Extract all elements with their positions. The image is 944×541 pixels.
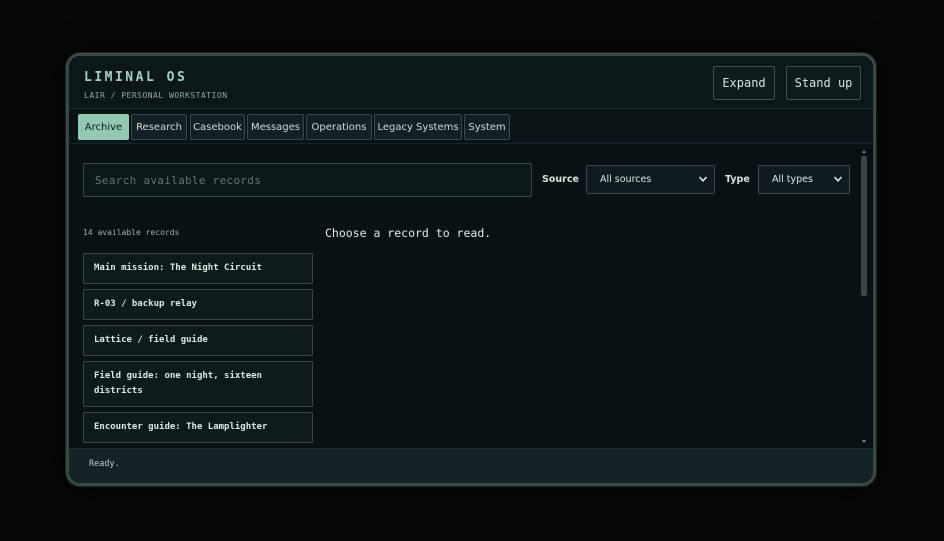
tab-research[interactable]: Research <box>131 114 187 140</box>
app-header: LIMINAL OS LAIR / PERSONAL WORKSTATION E… <box>69 56 873 109</box>
record-item[interactable]: Lattice / field guide <box>83 325 313 356</box>
search-input[interactable]: Search available records <box>83 163 532 197</box>
status-text: Ready. <box>89 459 120 469</box>
app-title: LIMINAL OS <box>84 70 188 85</box>
chevron-down-icon <box>698 176 708 182</box>
reader-empty-message: Choose a record to read. <box>325 226 492 240</box>
tab-legacy-systems[interactable]: Legacy Systems <box>374 114 462 140</box>
type-label: Type <box>725 174 750 185</box>
type-select[interactable]: All types <box>758 165 850 194</box>
tab-archive[interactable]: Archive <box>78 114 129 140</box>
record-item[interactable]: R-03 / backup relay <box>83 289 313 320</box>
tab-messages[interactable]: Messages <box>247 114 304 140</box>
record-list: Main mission: The Night Circuit R-03 / b… <box>83 253 313 449</box>
record-item[interactable]: Field guide: one night, sixteen district… <box>83 361 313 407</box>
record-item[interactable]: Main mission: The Night Circuit <box>83 253 313 284</box>
scrollbar-thumb[interactable] <box>861 156 867 296</box>
source-select-value: All sources <box>600 174 652 185</box>
tab-system[interactable]: System <box>464 114 510 140</box>
tab-bar: Archive Research Casebook Messages Opera… <box>69 109 873 144</box>
scrollbar[interactable] <box>861 150 867 443</box>
scroll-down-icon[interactable] <box>862 440 866 443</box>
tab-operations[interactable]: Operations <box>306 114 372 140</box>
chevron-down-icon <box>833 176 843 182</box>
type-select-value: All types <box>772 174 813 185</box>
status-bar: Ready. <box>69 448 873 483</box>
record-count: 14 available records <box>83 228 180 237</box>
stand-up-button[interactable]: Stand up <box>786 66 861 100</box>
scroll-up-icon[interactable] <box>862 150 866 153</box>
record-item[interactable]: Encounter guide: The Lamplighter <box>83 412 313 443</box>
workstation-window: LIMINAL OS LAIR / PERSONAL WORKSTATION E… <box>66 53 876 486</box>
source-select[interactable]: All sources <box>586 165 715 194</box>
tab-casebook[interactable]: Casebook <box>190 114 245 140</box>
expand-button[interactable]: Expand <box>713 66 775 100</box>
source-label: Source <box>542 174 579 185</box>
archive-panel: Search available records Source All sour… <box>69 144 873 449</box>
app-subtitle: LAIR / PERSONAL WORKSTATION <box>84 91 228 100</box>
